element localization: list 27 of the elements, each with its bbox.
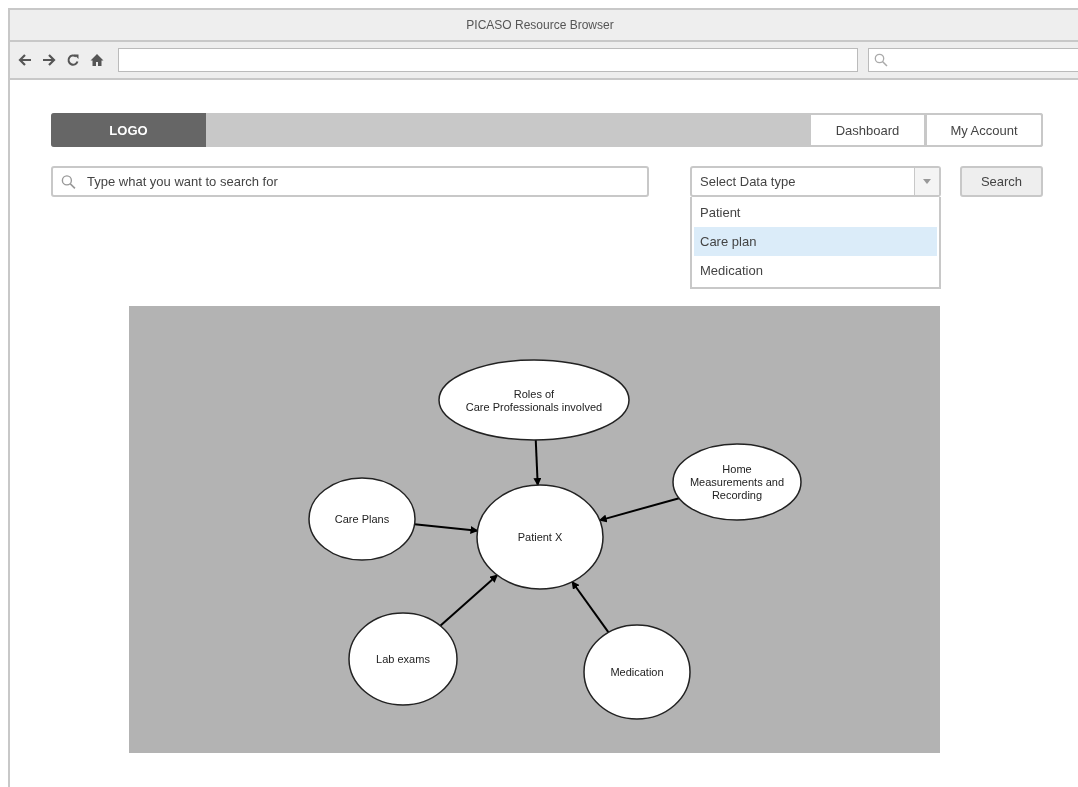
diagram-node: Medication: [583, 624, 691, 720]
nav-button[interactable]: Dashboard: [809, 113, 926, 147]
arrow: [533, 439, 542, 487]
diagram-node: Patient X: [476, 484, 604, 590]
arrow: [439, 574, 499, 627]
browser-search-field[interactable]: [868, 48, 1078, 72]
search-icon: [874, 53, 888, 67]
home-icon[interactable]: [90, 53, 104, 67]
diagram-node: Lab exams: [348, 612, 458, 706]
dropdown-option[interactable]: Care plan: [694, 227, 937, 256]
forward-icon[interactable]: [42, 53, 56, 67]
window-title: PICASO Resource Browser: [10, 10, 1078, 42]
nav-button[interactable]: My Account: [926, 113, 1043, 147]
diagram-node: Home Measurements and Recording: [672, 443, 802, 521]
search-field[interactable]: Type what you want to search for: [51, 166, 649, 197]
search-button[interactable]: Search: [960, 166, 1043, 197]
data-type-select[interactable]: Select Data type: [690, 166, 941, 197]
address-field[interactable]: [118, 48, 858, 72]
diagram-node: Roles of Care Professionals involved: [438, 359, 630, 441]
arrow: [571, 580, 610, 634]
reload-icon[interactable]: [66, 53, 80, 67]
back-icon[interactable]: [18, 53, 32, 67]
search-icon: [61, 174, 76, 189]
caret-icon: [923, 179, 931, 184]
arrow: [413, 523, 479, 534]
logo: LOGO: [51, 113, 206, 147]
diagram-node: Care Plans: [308, 477, 416, 561]
